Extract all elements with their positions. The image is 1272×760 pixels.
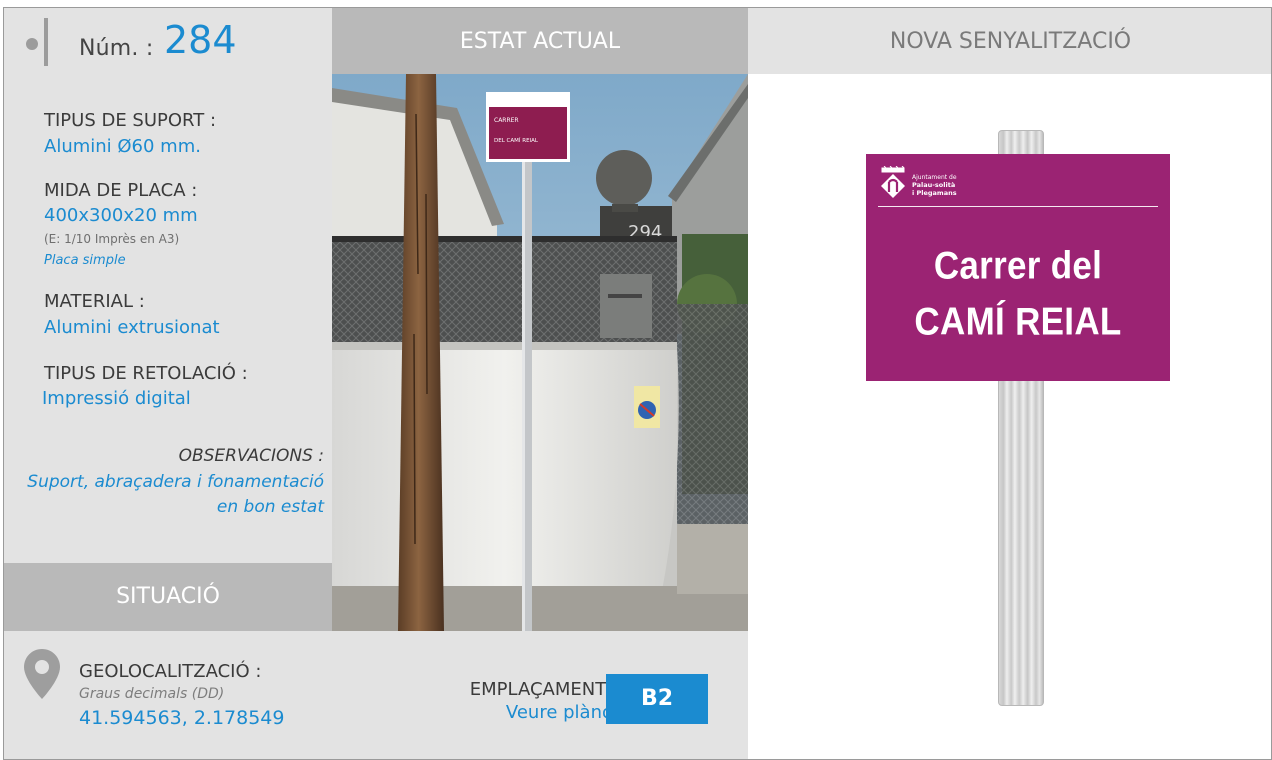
material-value: Alumini extrusionat	[44, 317, 220, 338]
sign-org-line1: Ajuntament de	[912, 174, 957, 181]
municipal-logo-icon	[881, 166, 905, 198]
sign-street-name: CAMÍ REIAL	[914, 299, 1122, 344]
situation-panel: GEOLOCALITZACIÓ : Graus decimals (DD) 41…	[4, 631, 748, 759]
current-state-photo: 294 CARRER DEL CAMÍ REIAL	[332, 74, 748, 631]
geolocation-format: Graus decimals (DD)	[79, 686, 225, 702]
lettering-type-label: TIPUS DE RETOLACIÓ :	[44, 363, 248, 384]
view-map-link[interactable]: Veure plànol	[506, 702, 618, 723]
old-sign-line1: CARRER	[494, 117, 519, 124]
current-state-header: ESTAT ACTUAL	[332, 8, 748, 74]
current-state-title: ESTAT ACTUAL	[459, 29, 621, 54]
street-name-plate: Ajuntament de Palau-solità i Plegamans C…	[866, 154, 1170, 381]
location-code-badge: B2	[606, 674, 708, 724]
lettering-type-value: Impressió digital	[42, 388, 191, 409]
plate-scale-note: (E: 1/10 Imprès en A3)	[44, 232, 180, 246]
situation-title: SITUACIÓ	[116, 584, 220, 609]
photo-illustration: 294 CARRER DEL CAMÍ REIAL	[332, 74, 748, 631]
observations-value: Suport, abraçadera i fonamentació en bon…	[27, 472, 324, 517]
situation-header: SITUACIÓ	[4, 563, 332, 631]
bullet-dot	[26, 38, 38, 50]
observations-label: OBSERVACIONS :	[178, 446, 324, 466]
material-label: MATERIAL :	[44, 291, 145, 312]
new-sign-render: Ajuntament de Palau-solità i Plegamans C…	[748, 74, 1271, 759]
new-signage-title: NOVA SENYALITZACIÓ	[889, 29, 1132, 54]
sign-org-line3: i Plegamans	[912, 189, 957, 197]
plate-size-value: 400x300x20 mm	[44, 205, 198, 226]
location-pin-icon	[24, 649, 60, 699]
location-label: EMPLAÇAMENT :	[469, 679, 618, 700]
signage-sheet: Núm. : 284 TIPUS DE SUPORT : Alumini Ø60…	[3, 7, 1272, 760]
geolocation-label: GEOLOCALITZACIÓ :	[79, 661, 262, 682]
geolocation-coordinates: 41.594563, 2.178549	[79, 707, 285, 729]
sign-org-line2: Palau-solità	[912, 181, 956, 189]
number-header: Núm. : 284	[4, 8, 332, 74]
plate-type-note: Placa simple	[44, 253, 126, 268]
support-type-value: Alumini Ø60 mm.	[44, 136, 201, 157]
sign-street-prefix: Carrer del	[933, 243, 1103, 288]
bullet-bar	[44, 18, 48, 66]
old-sign-line2: DEL CAMÍ REIAL	[494, 137, 539, 144]
plate-size-label: MIDA DE PLACA :	[44, 180, 198, 201]
number-label: Núm. :	[79, 36, 154, 61]
support-type-label: TIPUS DE SUPORT :	[44, 110, 217, 131]
sign-divider	[878, 206, 1158, 207]
new-signage-header: NOVA SENYALITZACIÓ	[748, 8, 1271, 74]
number-value: 284	[164, 18, 237, 62]
